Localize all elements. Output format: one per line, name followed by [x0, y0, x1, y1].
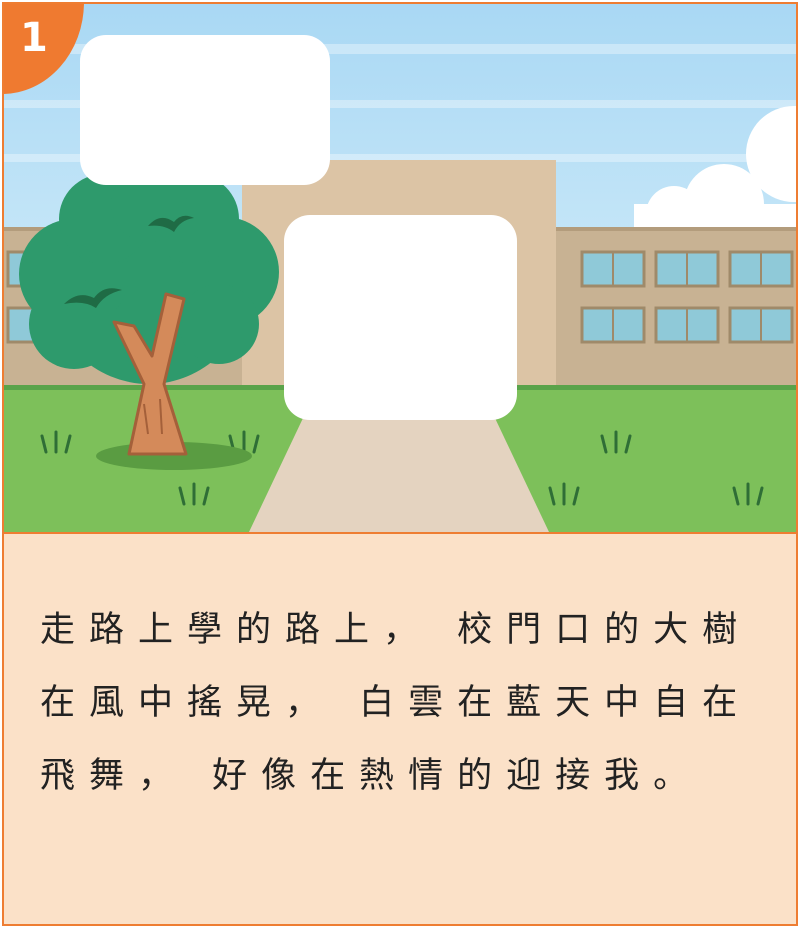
story-text: 走路上學的路上， 校門口的大樹在風中搖晃， 白雲在藍天中自在飛舞， 好像在熱情的…: [40, 610, 752, 796]
story-text-panel: 走路上學的路上， 校門口的大樹在風中搖晃， 白雲在藍天中自在飛舞， 好像在熱情的…: [4, 534, 796, 924]
page-number: 1: [20, 15, 48, 61]
speech-bubble: [284, 215, 517, 420]
speech-bubble: [80, 35, 330, 185]
illustration: [4, 4, 796, 532]
story-card: 1 走路上學的路上， 校門口的大樹在風中搖晃， 白雲在藍天中自在飛舞， 好像在熱…: [2, 2, 798, 926]
